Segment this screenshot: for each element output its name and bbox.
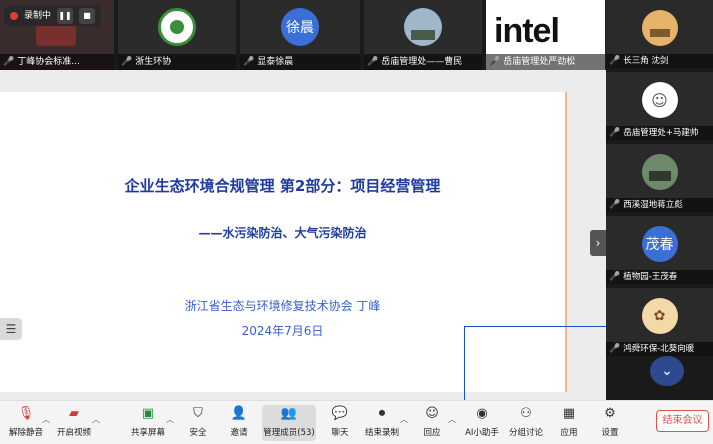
recording-indicator[interactable]: 录制中 ❚❚ ■	[4, 6, 102, 26]
mic-icon: 🎤	[609, 200, 621, 210]
mic-icon: 🎤	[609, 56, 621, 66]
camera-off-icon: ▰	[69, 406, 79, 421]
participant-namebar: 🎤 西溪湿地蒋立彪	[606, 198, 713, 212]
shield-icon: ⛉	[193, 406, 203, 421]
gear-icon: ⚙	[604, 406, 616, 421]
participant-name: 长三角 沈剑	[623, 56, 669, 66]
invite-button[interactable]: 👤 邀请	[213, 405, 265, 438]
mic-icon: 🎤	[121, 57, 133, 67]
end-meeting-button[interactable]: 结束会议	[656, 410, 709, 432]
avatar	[641, 154, 678, 190]
intel-logo: intel	[494, 12, 560, 50]
chevron-up-icon[interactable]: ︿	[92, 414, 100, 425]
participant-name: 岳庙管理处严劲松	[503, 57, 576, 67]
share-background	[0, 70, 567, 92]
participant-namebar: 🎤 植物园-王茂春	[606, 270, 713, 284]
participant-name: 鸿舜环保-北葵向暖	[623, 344, 695, 354]
robot-icon: ◉	[476, 406, 488, 421]
slide-title: 企业生态环境合规管理 第2部分：项目经营管理	[124, 177, 441, 195]
react-label: 回应	[423, 428, 441, 438]
avatar	[641, 10, 678, 46]
avatar: 茂春	[641, 226, 678, 262]
chat-icon: 💬	[331, 406, 349, 421]
participant-name: 西溪湿地蒋立彪	[623, 200, 683, 210]
participant-tile[interactable]: 🎤 岳庙管理处——曹民	[364, 0, 482, 70]
members-icon: 👥	[280, 406, 298, 421]
right-participant-column: 🎤 长三角 沈剑 ☺ 🎤 岳庙管理处+马建帅 🎤 西溪湿地蒋立彪 茂春 🎤 植物园-王茂…	[606, 0, 713, 400]
video-label: 开启视频	[56, 428, 91, 438]
unmute-label: 解除静音	[8, 428, 43, 438]
pause-icon[interactable]: ❚❚	[57, 8, 74, 24]
add-user-icon: 👤	[230, 406, 248, 421]
avatar: ✿	[641, 298, 678, 334]
slide-subtitle: ——水污染防治、大气污染防治	[198, 226, 367, 240]
list-icon[interactable]: ☰	[0, 318, 22, 340]
mic-icon: 🎤	[367, 57, 379, 67]
mic-icon: 🎤	[609, 272, 621, 282]
mic-icon: 🎤	[489, 57, 501, 67]
members-label: 管理成员(53)	[263, 428, 315, 438]
reaction-icon: ☺	[425, 406, 439, 421]
participant-name: 浙生环协	[135, 57, 172, 67]
participant-namebar: 🎤 丁峰协会标准...	[0, 54, 114, 70]
avatar	[404, 8, 442, 46]
top-participant-strip: 🎤 丁峰协会标准... 🎤 浙生环协 徐晨 🎤 显泰徐晨 🎤 岳庙管理处——曹民 int…	[0, 0, 605, 70]
selection-outline	[464, 326, 606, 400]
participant-tile[interactable]: 🎤 西溪湿地蒋立彪	[606, 144, 713, 212]
mic-icon: 🎤	[609, 128, 621, 138]
participant-name: 显泰徐晨	[257, 57, 294, 67]
participant-name: 丁峰协会标准...	[17, 57, 80, 67]
record-dot-icon	[10, 12, 18, 20]
participant-name: 植物园-王茂春	[623, 272, 678, 282]
share-screen-icon: ▣	[141, 406, 155, 421]
recording-label: 录制中	[24, 11, 52, 21]
participant-tile[interactable]: 茂春 🎤 植物园-王茂春	[606, 216, 713, 284]
participant-namebar: 🎤 岳庙管理处+马建帅	[606, 126, 713, 140]
participant-namebar: 🎤 显泰徐晨	[240, 54, 360, 70]
chevron-up-icon[interactable]: ︿	[448, 414, 456, 425]
meeting-toolbar: 🎙 解除静音 ︿ ▰ 开启视频 ︿ ▣ 共享屏幕 ︿ ⛉ 安全 👤 邀请 👥 管…	[0, 400, 713, 444]
breakout-icon: ⚇	[520, 406, 532, 421]
stop-icon[interactable]: ■	[79, 8, 96, 24]
security-label: 安全	[189, 428, 207, 438]
avatar	[158, 8, 196, 46]
chevron-right-icon[interactable]: ›	[590, 230, 606, 256]
mic-icon: 🎤	[609, 344, 621, 354]
avatar: 徐晨	[281, 8, 319, 46]
participant-tile[interactable]: 徐晨 🎤 显泰徐晨	[240, 0, 360, 70]
chevron-down-icon[interactable]: ⌄	[650, 356, 684, 386]
settings-button[interactable]: ⚙ 设置	[584, 405, 636, 438]
participant-tile[interactable]: ☺ 🎤 岳庙管理处+马建帅	[606, 72, 713, 140]
invite-label: 邀请	[230, 428, 248, 438]
apps-label: 应用	[560, 428, 578, 438]
breakout-label: 分组讨论	[508, 428, 543, 438]
chat-label: 聊天	[331, 428, 349, 438]
apps-grid-icon: ▦	[562, 406, 576, 421]
participant-tile[interactable]: 🎤 长三角 沈剑	[606, 0, 713, 68]
participant-name: 岳庙管理处——曹民	[381, 57, 463, 67]
end-record-label: 结束录制	[364, 428, 399, 438]
participant-tile[interactable]: intel 🎤 岳庙管理处严劲松	[486, 0, 605, 70]
participant-tile[interactable]: 🎤 浙生环协	[118, 0, 236, 70]
members-button[interactable]: 👥 管理成员(53)	[262, 405, 316, 441]
participant-tile[interactable]: ✿ 🎤 鸿舜环保-北葵向暖	[606, 288, 713, 356]
share-label: 共享屏幕	[130, 428, 165, 438]
participant-namebar: 🎤 岳庙管理处——曹民	[364, 54, 482, 70]
avatar: ☺	[641, 82, 678, 118]
mic-off-icon: 🎙	[17, 406, 35, 421]
participant-name: 岳庙管理处+马建帅	[623, 128, 699, 138]
settings-label: 设置	[601, 428, 619, 438]
participant-namebar: 🎤 长三角 沈剑	[606, 54, 713, 68]
participant-namebar: 🎤 鸿舜环保-北葵向暖	[606, 342, 713, 356]
mic-icon: 🎤	[243, 57, 255, 67]
ai-label: AI小助手	[465, 428, 499, 438]
participant-namebar: 🎤 岳庙管理处严劲松	[486, 54, 605, 70]
stop-record-icon: ⏺	[378, 406, 386, 421]
participant-namebar: 🎤 浙生环协	[118, 54, 236, 70]
slide-organization: 浙江省生态与环境修复技术协会 丁峰	[184, 299, 381, 313]
mic-icon: 🎤	[3, 57, 15, 67]
